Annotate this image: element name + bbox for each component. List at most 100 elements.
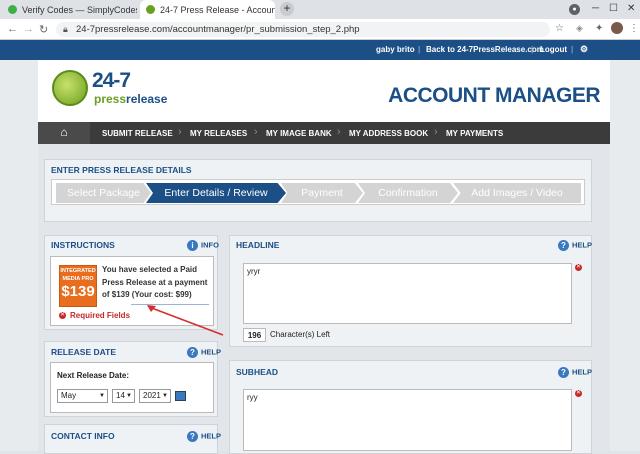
day-value: 14 — [116, 391, 125, 400]
maximize-icon[interactable]: ☐ — [609, 3, 618, 14]
lock-icon: 🔒︎ — [63, 24, 68, 34]
headline-textarea[interactable]: yryr — [243, 263, 572, 324]
browser-tab-bar: Verify Codes — SimplyCodes ✕ 24-7 Press … — [0, 0, 640, 19]
details-panel: ENTER PRESS RELEASE DETAILS Select Packa… — [44, 159, 592, 222]
release-date-label: Next Release Date: — [57, 371, 130, 380]
month-select[interactable]: May ▼ — [57, 389, 108, 403]
subhead-title: SUBHEAD — [236, 367, 279, 377]
release-date-title: RELEASE DATE — [51, 347, 117, 357]
help-icon: ? — [558, 367, 569, 378]
required-fields-label: Required Fields — [70, 311, 131, 320]
info-label: INFO — [201, 240, 219, 250]
chars-left-count: 196 — [243, 328, 266, 342]
nav-separator: › — [254, 126, 258, 138]
forward-arrow-icon[interactable]: → — [23, 23, 34, 35]
chars-left-label: Character(s) Left — [270, 330, 331, 339]
subhead-help-button[interactable]: ? HELP — [558, 367, 592, 378]
minimize-icon[interactable]: ─ — [592, 3, 599, 14]
content-area: ENTER PRESS RELEASE DETAILS Select Packa… — [38, 144, 610, 454]
required-x-icon: ✕ — [575, 390, 582, 397]
logo-press: press — [94, 92, 127, 106]
divider: | — [418, 45, 421, 54]
url-field[interactable]: 🔒︎ 24-7pressrelease.com/accountmanager/p… — [56, 22, 550, 37]
browser-tab-simplycodes[interactable]: Verify Codes — SimplyCodes ✕ — [2, 0, 137, 19]
browser-tab-247pressrelease[interactable]: 24-7 Press Release - Account Ma ✕ — [140, 0, 275, 19]
release-date-help-button[interactable]: ? HELP — [187, 347, 221, 358]
profile-menu-icon[interactable]: ● — [569, 4, 580, 15]
back-to-site-link[interactable]: Back to 24-7PressRelease.com — [426, 45, 544, 54]
site-header: 24-7 pressrelease ACCOUNT MANAGER — [38, 60, 610, 122]
help-label: HELP — [572, 367, 593, 377]
headline-panel: HEADLINE ? HELP yryr ✕ 196 Character(s) L… — [229, 235, 592, 347]
nav-my-payments[interactable]: MY PAYMENTS — [446, 129, 503, 138]
details-title: ENTER PRESS RELEASE DETAILS — [51, 165, 192, 175]
instructions-panel: INSTRUCTIONS i INFO INTEGRATED MEDIA PRO … — [44, 235, 224, 336]
back-arrow-icon[interactable]: ← — [7, 23, 18, 35]
required-x-icon: ✕ — [59, 312, 66, 319]
help-icon: ? — [558, 240, 569, 251]
subhead-panel: SUBHEAD ? HELP ryy ✕ — [229, 360, 592, 454]
month-value: May — [61, 391, 77, 400]
help-icon: ? — [187, 347, 198, 358]
release-date-panel: RELEASE DATE ? HELP Next Release Date: Ma… — [44, 341, 221, 417]
logo-247[interactable]: 24-7 — [92, 69, 131, 93]
tab-title: 24-7 Press Release - Account Ma — [160, 4, 275, 15]
year-select[interactable]: 2021 ▼ — [139, 389, 171, 403]
logo-pressrelease[interactable]: pressrelease — [94, 92, 167, 106]
new-tab-button[interactable]: + — [280, 2, 294, 16]
divider: | — [571, 45, 574, 54]
nav-my-releases[interactable]: MY RELEASES — [190, 129, 247, 138]
contact-info-title: CONTACT INFO — [51, 431, 115, 441]
instructions-title: INSTRUCTIONS — [51, 240, 115, 250]
instructions-info-button[interactable]: i INFO — [187, 240, 219, 251]
progress-steps: Select Package Enter Details / Review Pa… — [51, 179, 585, 205]
close-window-icon[interactable]: ✕ — [627, 3, 635, 14]
instructions-box: INTEGRATED MEDIA PRO $139 You have selec… — [50, 256, 224, 336]
badge-line2: MEDIA PRO — [62, 276, 94, 282]
url-text: 24-7pressrelease.com/accountmanager/pr_s… — [76, 24, 360, 35]
logo-release: release — [126, 92, 168, 106]
calendar-icon[interactable] — [175, 391, 186, 401]
package-badge: INTEGRATED MEDIA PRO $139 — [59, 265, 97, 307]
username: gaby brito — [376, 45, 415, 54]
nav-submit-release[interactable]: SUBMIT RELEASE — [102, 129, 173, 138]
reload-icon[interactable]: ↻ — [39, 23, 48, 36]
main-nav: ⌂ SUBMIT RELEASE › MY RELEASES › MY IMAG… — [38, 122, 610, 144]
simplycodes-favicon-icon — [8, 5, 17, 14]
nav-my-address-book[interactable]: MY ADDRESS BOOK — [349, 129, 428, 138]
headline-help-button[interactable]: ? HELP — [558, 240, 592, 251]
nav-separator: › — [434, 126, 438, 138]
logout-link[interactable]: Logout — [540, 45, 567, 54]
tab-title: Verify Codes — SimplyCodes — [22, 4, 137, 15]
step-add-images-video: Add Images / Video — [453, 183, 581, 203]
chevron-down-icon: ▼ — [162, 393, 168, 399]
release-date-box: Next Release Date: May ▼ 14 ▼ 2021 ▼ — [50, 362, 214, 413]
badge-price: $139 — [61, 283, 95, 300]
extensions-puzzle-icon[interactable]: ✦ — [595, 23, 603, 34]
bookmark-star-icon[interactable]: ☆ — [555, 23, 564, 34]
contact-help-button[interactable]: ? HELP — [187, 431, 221, 442]
browser-menu-icon[interactable]: ⋮ — [629, 23, 639, 34]
day-select[interactable]: 14 ▼ — [112, 389, 135, 403]
nav-separator: › — [178, 126, 182, 138]
chevron-down-icon: ▼ — [99, 393, 105, 399]
home-icon[interactable]: ⌂ — [38, 122, 90, 144]
step-enter-details: Enter Details / Review — [146, 183, 286, 203]
page-title: ACCOUNT MANAGER — [388, 84, 600, 107]
info-icon: i — [187, 240, 198, 251]
extension-shield-icon[interactable]: ◈ — [576, 23, 583, 34]
settings-gear-icon[interactable]: ⚙ — [580, 44, 588, 55]
247-favicon-icon — [146, 5, 155, 14]
step-payment: Payment — [281, 183, 363, 203]
logo-clock-icon[interactable] — [52, 70, 88, 106]
help-icon: ? — [187, 431, 198, 442]
year-value: 2021 — [143, 391, 161, 400]
subhead-textarea[interactable]: ryy — [243, 389, 572, 451]
user-avatar[interactable] — [611, 22, 623, 34]
nav-my-image-bank[interactable]: MY IMAGE BANK — [266, 129, 332, 138]
help-label: HELP — [201, 431, 222, 441]
nav-separator: › — [337, 126, 341, 138]
divider: | — [531, 45, 534, 54]
instructions-text: You have selected a Paid Press Release a… — [102, 265, 208, 299]
website: gaby brito | Back to 24-7PressRelease.co… — [0, 40, 640, 454]
